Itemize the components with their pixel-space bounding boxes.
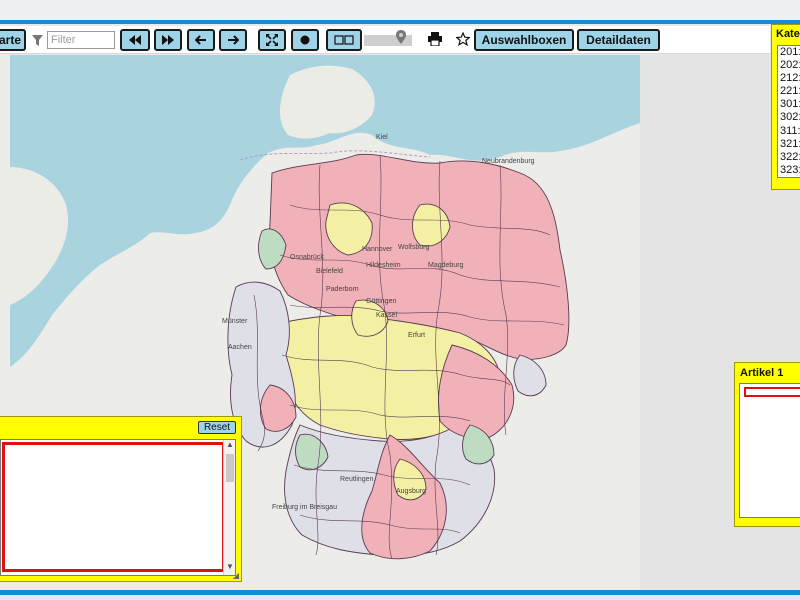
map-label: Freiburg im Breisgau — [272, 504, 337, 511]
scroll-thumb[interactable] — [226, 454, 234, 482]
arrow-right-icon — [228, 35, 239, 45]
list-item[interactable]: 302: — [778, 111, 800, 124]
map-label: Münster — [222, 318, 248, 325]
filter-group — [32, 31, 115, 49]
list-item[interactable]: 301: — [778, 98, 800, 111]
filter-input[interactable] — [47, 31, 115, 49]
list-item[interactable]: 221: — [778, 85, 800, 98]
map-label: Aachen — [228, 344, 252, 351]
map-label: Hannover — [362, 246, 393, 253]
list-item[interactable]: 321: — [778, 138, 800, 151]
arrow-left-icon — [195, 35, 206, 45]
map-label: Neubrandenburg — [482, 158, 535, 165]
auswahlboxen-label: Auswahlboxen — [481, 33, 567, 47]
map-pin-icon[interactable] — [396, 30, 406, 44]
selection-textarea[interactable] — [2, 442, 225, 572]
map-label: Augsburg — [396, 488, 426, 495]
kategorie-list[interactable]: 201: 202: 212: 221: 301: 302: 311: 321: … — [777, 45, 800, 178]
scroll-up-icon[interactable]: ▲ — [226, 440, 234, 449]
filter-icon — [32, 34, 43, 46]
list-item[interactable]: 212: — [778, 72, 800, 85]
double-left-arrow-icon — [129, 35, 141, 45]
expand-arrows-icon — [266, 34, 278, 46]
list-item[interactable]: 202: — [778, 59, 800, 72]
map-label: Magdeburg — [428, 262, 464, 269]
map-label: Osnabrück — [290, 254, 324, 261]
artikel-list[interactable] — [739, 383, 800, 518]
map-label: Kiel — [376, 134, 388, 141]
reset-label: Reset — [203, 422, 231, 433]
artikel-title: Artikel 1 — [740, 367, 784, 379]
circle-icon — [300, 35, 310, 45]
first-button[interactable] — [120, 29, 150, 51]
list-item[interactable]: 201: — [778, 46, 800, 59]
top-browser-strip — [0, 0, 800, 20]
forward-button[interactable] — [219, 29, 247, 51]
reset-button[interactable]: Reset — [198, 421, 236, 434]
resize-grip-icon[interactable]: ◢ — [233, 571, 239, 580]
toolbar: arte Auswahlboxen Detaildaten — [0, 26, 770, 54]
selection-list[interactable]: ▲ ▼ — [0, 439, 236, 576]
map-label: Wolfsburg — [398, 244, 429, 251]
kategorie-panel: Kateg 201: 202: 212: 221: 301: 302: 311:… — [771, 24, 800, 190]
map-label: Hildesheim — [366, 262, 401, 269]
map-label: Paderborn — [326, 286, 359, 293]
map-label: Reutlingen — [340, 476, 374, 483]
detaildaten-label: Detaildaten — [586, 33, 651, 47]
region-layer — [227, 153, 570, 560]
point-button[interactable] — [291, 29, 319, 51]
karte-button[interactable]: arte — [0, 29, 26, 51]
scrollbar[interactable]: ▲ ▼ — [223, 440, 235, 575]
karte-button-label: arte — [0, 33, 21, 47]
detaildaten-button[interactable]: Detaildaten — [577, 29, 660, 51]
auswahlboxen-button[interactable]: Auswahlboxen — [474, 29, 574, 51]
kategorie-title: Kateg — [776, 28, 800, 40]
top-accent-bar — [0, 20, 800, 24]
fit-view-button[interactable] — [258, 29, 286, 51]
map-label: Kassel — [376, 312, 397, 319]
map-label: Göttingen — [366, 298, 396, 305]
list-item[interactable]: 322: — [778, 151, 800, 164]
print-icon[interactable] — [428, 32, 442, 46]
two-squares-icon — [334, 35, 354, 45]
scroll-down-icon[interactable]: ▼ — [226, 562, 234, 571]
selection-panel: Reset ▲ ▼ ◢ — [0, 416, 242, 582]
list-item[interactable]: 311: — [778, 125, 800, 138]
star-icon[interactable] — [456, 32, 470, 46]
list-item[interactable]: 323: — [778, 164, 800, 177]
double-right-arrow-icon — [162, 35, 174, 45]
map-label: Erfurt — [408, 332, 425, 339]
back-button[interactable] — [187, 29, 215, 51]
last-button[interactable] — [154, 29, 182, 51]
map-label: Bielefeld — [316, 268, 343, 275]
artikel-selected-item[interactable] — [744, 387, 800, 397]
bottom-strip — [0, 595, 800, 600]
compare-button[interactable] — [326, 29, 362, 51]
artikel-panel: Artikel 1 — [734, 362, 800, 527]
